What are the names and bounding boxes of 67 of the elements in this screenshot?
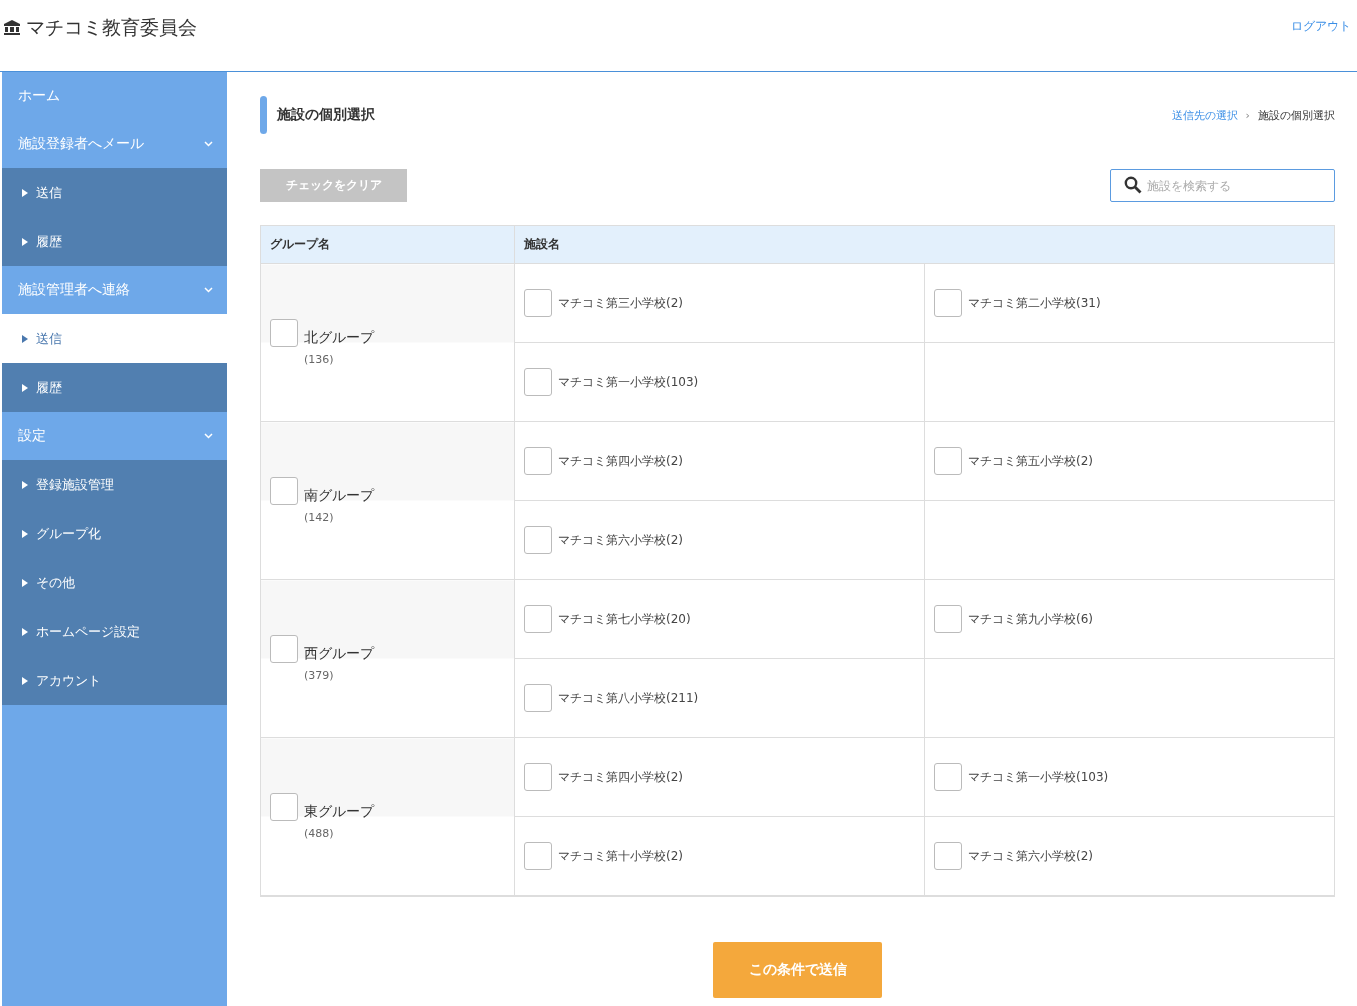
sidebar-subitem[interactable]: グループ化	[2, 509, 227, 558]
page-title: 施設の個別選択	[277, 106, 375, 124]
checkbox[interactable]	[524, 447, 552, 475]
checkbox[interactable]	[934, 763, 962, 791]
triangle-icon	[22, 237, 28, 246]
checkbox[interactable]	[524, 526, 552, 554]
group-name: 南グループ	[304, 487, 374, 505]
facility-name: マチコミ第二小学校(31)	[968, 294, 1101, 312]
checkbox[interactable]	[524, 289, 552, 317]
sidebar-subitem[interactable]: 送信	[2, 314, 227, 363]
facility-name: マチコミ第四小学校(2)	[558, 452, 683, 470]
group-count: (136)	[304, 353, 335, 366]
facility-name: マチコミ第八小学校(211)	[558, 689, 699, 707]
checkbox[interactable]	[270, 793, 298, 821]
checkbox[interactable]	[524, 842, 552, 870]
checkbox[interactable]	[934, 842, 962, 870]
facility-name: マチコミ第六小学校(2)	[558, 531, 683, 549]
checkbox[interactable]	[524, 763, 552, 791]
checkbox[interactable]	[524, 368, 552, 396]
search-field[interactable]: 施設を検索する	[1110, 169, 1335, 202]
checkbox[interactable]	[934, 605, 962, 633]
sidebar-subitem[interactable]: 履歴	[2, 363, 227, 412]
checkbox[interactable]	[524, 684, 552, 712]
triangle-icon	[22, 529, 28, 538]
group-count: (142)	[304, 511, 335, 524]
checkbox[interactable]	[524, 605, 552, 633]
triangle-icon	[22, 578, 28, 587]
facility-name: マチコミ第十小学校(2)	[558, 847, 683, 865]
breadcrumb-separator: ›	[1245, 108, 1250, 122]
sidebar-subitem[interactable]: ホームページ設定	[2, 607, 227, 656]
triangle-icon	[22, 334, 28, 343]
checkbox[interactable]	[270, 635, 298, 663]
triangle-icon	[22, 383, 28, 392]
triangle-icon	[22, 627, 28, 636]
building-icon	[4, 20, 20, 35]
facility-name: マチコミ第九小学校(6)	[968, 610, 1093, 628]
facility-name: マチコミ第一小学校(103)	[968, 768, 1109, 786]
sidebar-subitem[interactable]: 登録施設管理	[2, 460, 227, 509]
group-name: 西グループ	[304, 645, 374, 663]
triangle-icon	[22, 480, 28, 489]
facility-name: マチコミ第七小学校(20)	[558, 610, 691, 628]
breadcrumb-link[interactable]: 送信先の選択	[1171, 107, 1238, 123]
group-count: (379)	[304, 669, 335, 682]
checkbox[interactable]	[934, 447, 962, 475]
sidebar-subitem[interactable]: 履歴	[2, 217, 227, 266]
sidebar-subitem[interactable]: アカウント	[2, 656, 227, 705]
triangle-icon	[22, 188, 28, 197]
checkbox[interactable]	[934, 289, 962, 317]
sidebar-subitem[interactable]: 送信	[2, 168, 227, 217]
group-count: (488)	[304, 827, 335, 840]
breadcrumb-current: 施設の個別選択	[1258, 107, 1335, 123]
facility-name: マチコミ第一小学校(103)	[558, 373, 699, 391]
facility-name: マチコミ第四小学校(2)	[558, 768, 683, 786]
logout-link[interactable]: ログアウト	[1291, 18, 1351, 35]
title-accent	[260, 96, 267, 134]
facility-name: マチコミ第六小学校(2)	[968, 847, 1093, 865]
column-header: グループ名	[260, 225, 515, 264]
checkbox[interactable]	[270, 477, 298, 505]
sidebar-subitem[interactable]: その他	[2, 558, 227, 607]
app-title: マチコミ教育委員会	[26, 14, 197, 40]
group-name: 東グループ	[304, 803, 374, 821]
facility-name: マチコミ第五小学校(2)	[968, 452, 1093, 470]
column-header: 施設名	[514, 225, 1335, 264]
facility-name: マチコミ第三小学校(2)	[558, 294, 683, 312]
triangle-icon	[22, 676, 28, 685]
group-name: 北グループ	[304, 329, 374, 347]
checkbox[interactable]	[270, 319, 298, 347]
